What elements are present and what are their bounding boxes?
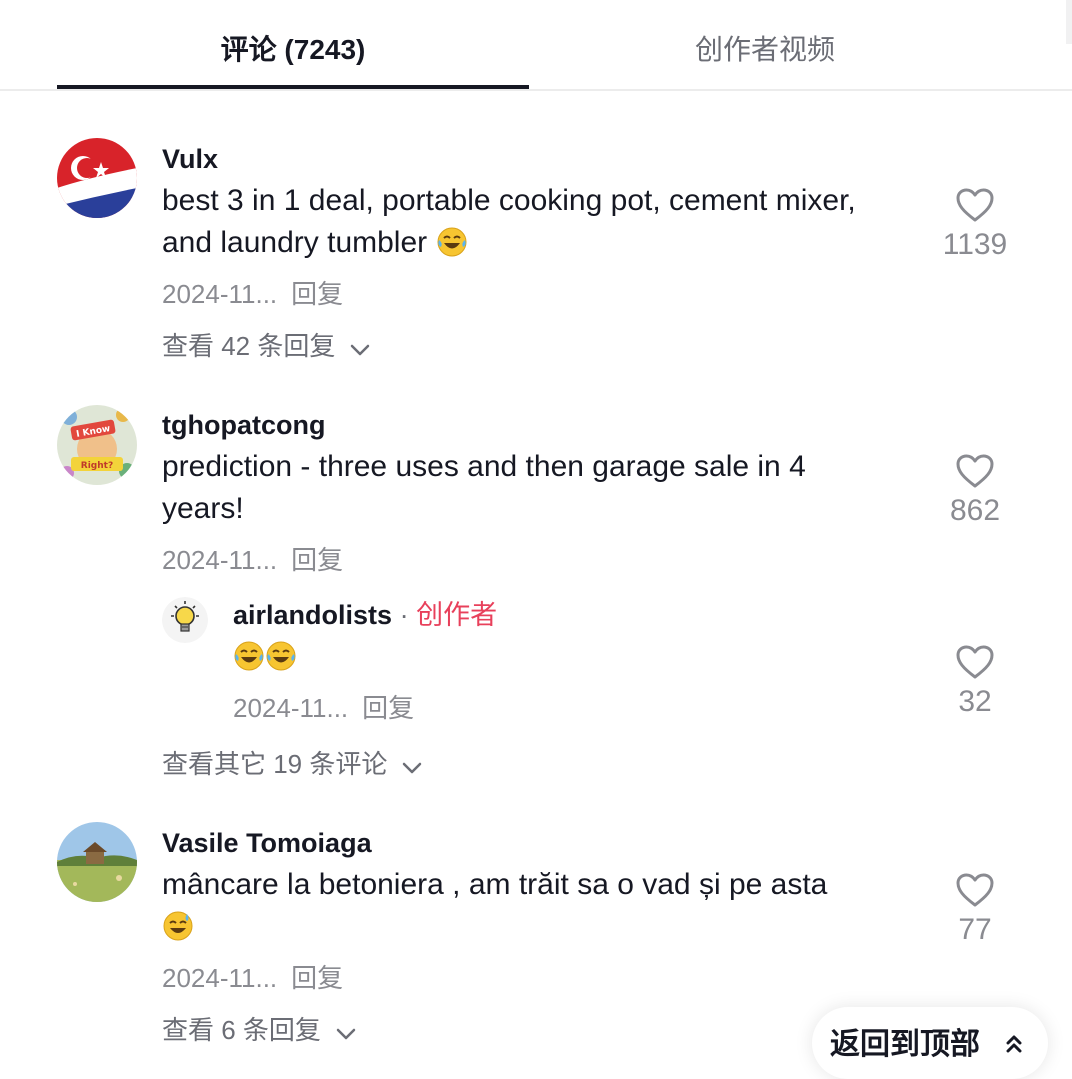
view-replies-label: 查看 6 条回复	[162, 1015, 321, 1045]
tab-creator-videos[interactable]: 创作者视频	[529, 30, 1001, 70]
view-replies-button[interactable]: 查看 42 条回复	[162, 329, 371, 365]
heart-icon	[956, 454, 994, 488]
reply-date: 2024-11...	[233, 693, 349, 723]
reply-username[interactable]: airlandolists	[233, 600, 392, 630]
like-count: 77	[958, 913, 992, 946]
comments-panel: 评论 (7243) 创作者视频 Vulx best 3 in 1 deal, p…	[0, 0, 1072, 1079]
chevron-down-icon	[401, 749, 423, 783]
reply-meta: 2024-11... 回复	[233, 691, 414, 725]
reply-text	[233, 636, 297, 684]
comment-username[interactable]: Vasile Tomoiaga	[162, 826, 372, 860]
tab-bar: 评论 (7243) 创作者视频	[0, 0, 1072, 91]
like-count: 1139	[942, 228, 1008, 261]
view-replies-label: 查看其它 19 条评论	[162, 749, 388, 779]
like-count: 32	[958, 685, 992, 718]
comment-username[interactable]: Vulx	[162, 142, 218, 176]
comment-body: best 3 in 1 deal, portable cooking pot, …	[162, 184, 856, 259]
avatar-flag-image	[57, 138, 137, 218]
comment-date: 2024-11...	[162, 545, 278, 575]
like-count: 862	[949, 494, 1001, 527]
comment-text: prediction - three uses and then garage …	[162, 446, 902, 530]
chevron-down-icon	[349, 331, 371, 365]
like-button[interactable]: 1139	[925, 187, 1025, 263]
heart-icon	[956, 873, 994, 907]
laughing-tears-emoji-icon	[233, 640, 265, 684]
laughing-tears-emoji-icon	[265, 640, 297, 684]
comment-body-line: prediction - three uses and then garage …	[162, 450, 806, 483]
avatar[interactable]	[57, 822, 137, 902]
comment-meta: 2024-11... 回复	[162, 961, 343, 995]
scrollbar[interactable]	[1066, 0, 1072, 44]
view-replies-label: 查看 42 条回复	[162, 331, 336, 361]
avatar[interactable]: I Know Right?	[57, 405, 137, 485]
chevron-down-icon	[335, 1015, 357, 1049]
lightbulb-icon	[162, 597, 208, 643]
avatar-landscape-image	[57, 822, 137, 902]
comment-text: mâncare la betoniera , am trăit sa o vad…	[162, 864, 902, 954]
comment-date: 2024-11...	[162, 279, 278, 309]
like-button[interactable]: 32	[925, 644, 1025, 720]
comment-body-line: years!	[162, 492, 244, 525]
sweat-smile-emoji-icon	[162, 910, 194, 954]
comment-date: 2024-11...	[162, 963, 278, 993]
comment-username[interactable]: tghopatcong	[162, 408, 325, 442]
tab-comments[interactable]: 评论 (7243)	[57, 30, 529, 70]
laughing-tears-emoji-icon	[436, 226, 468, 270]
reply-button[interactable]: 回复	[291, 279, 343, 309]
reply-username-row: airlandolists · 创作者	[233, 598, 497, 632]
creator-badge: 创作者	[416, 600, 498, 630]
avatar[interactable]	[57, 138, 137, 218]
avatar-meme-image: I Know Right?	[57, 405, 137, 485]
comment-meta: 2024-11... 回复	[162, 543, 343, 577]
like-button[interactable]: 77	[925, 872, 1025, 948]
reply-button[interactable]: 回复	[291, 545, 343, 575]
view-replies-button[interactable]: 查看 6 条回复	[162, 1013, 357, 1049]
back-to-top-button[interactable]: 返回到顶部	[812, 1007, 1048, 1079]
comment-meta: 2024-11... 回复	[162, 277, 343, 311]
avatar-text: Right?	[81, 461, 113, 471]
comment-body: mâncare la betoniera , am trăit sa o vad…	[162, 868, 828, 901]
comment-text: best 3 in 1 deal, portable cooking pot, …	[162, 180, 882, 270]
back-to-top-label: 返回到顶部	[830, 1028, 980, 1061]
double-chevron-up-icon	[1004, 1031, 1024, 1060]
like-button[interactable]: 862	[925, 453, 1025, 529]
separator-dot: ·	[399, 600, 409, 630]
reply-avatar[interactable]	[162, 597, 208, 643]
reply-button[interactable]: 回复	[291, 963, 343, 993]
view-replies-button[interactable]: 查看其它 19 条评论	[162, 747, 423, 783]
heart-icon	[956, 188, 994, 222]
heart-icon	[956, 645, 994, 679]
reply-button[interactable]: 回复	[362, 693, 414, 723]
tab-divider	[0, 89, 1072, 91]
